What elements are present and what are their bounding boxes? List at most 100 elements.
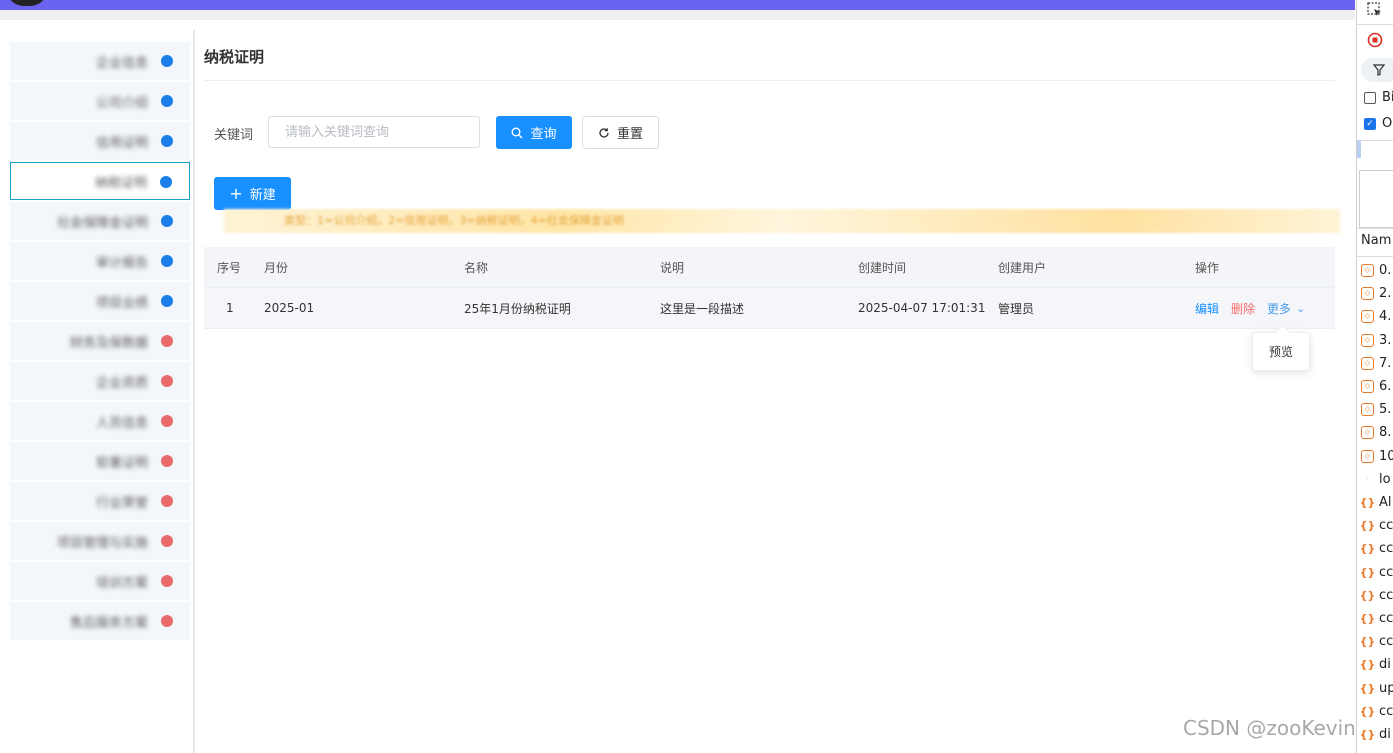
document-file-icon: ◇: [1361, 287, 1374, 301]
sidebar-item-label: 项目业绩: [95, 295, 148, 311]
network-request-row[interactable]: ◇ 4.: [1361, 309, 1391, 324]
document-file-icon: ◇: [1361, 380, 1374, 393]
network-request-row[interactable]: ◇ 8.: [1361, 425, 1391, 440]
network-request-name: di: [1379, 657, 1391, 673]
sidebar-item[interactable]: 项目管理与实施: [10, 522, 190, 560]
status-dot-icon: [161, 455, 173, 467]
network-request-row[interactable]: {} Al: [1359, 495, 1392, 510]
status-dot-icon: [161, 615, 173, 627]
network-request-name: 7.: [1379, 355, 1392, 371]
filter-icon[interactable]: [1361, 58, 1393, 82]
sidebar-item[interactable]: 培训方案: [10, 562, 190, 600]
script-file-icon: {}: [1359, 635, 1376, 649]
title-divider: [204, 80, 1335, 81]
network-request-row[interactable]: ◇ 6.: [1361, 379, 1391, 394]
network-request-row[interactable]: {} cc: [1360, 565, 1393, 580]
inspect-element-icon[interactable]: [1365, 0, 1385, 20]
network-request-name: 0.: [1379, 263, 1392, 278]
network-request-row[interactable]: {} di: [1359, 657, 1391, 673]
delete-link[interactable]: 删除: [1231, 300, 1255, 317]
network-request-row[interactable]: · lo: [1361, 472, 1390, 487]
devtools-separator: [1357, 256, 1393, 257]
network-request-row[interactable]: ◇ 0.: [1361, 263, 1391, 278]
devtools-checkbox-2[interactable]: ✓ O: [1364, 116, 1393, 131]
cell-name: 25年1月份纳税证明: [464, 301, 571, 316]
reset-button[interactable]: 重置: [582, 116, 659, 149]
page-title: 纳税证明: [204, 48, 265, 66]
edit-link[interactable]: 编辑: [1195, 300, 1219, 317]
record-stop-icon[interactable]: [1365, 30, 1385, 50]
network-request-row[interactable]: {}up: [1360, 681, 1393, 696]
network-request-row[interactable]: {} cc: [1359, 587, 1393, 603]
network-request-row[interactable]: {} cc: [1359, 611, 1393, 626]
sidebar-item-label: 项目管理与实施: [56, 535, 148, 551]
network-request-row[interactable]: {} cc: [1359, 541, 1393, 556]
script-file-icon: {}: [1359, 588, 1376, 602]
sidebar-item[interactable]: 公司介绍: [10, 82, 190, 120]
sidebar-item-label: 信用证明: [95, 135, 148, 151]
network-request-name: cc: [1379, 611, 1393, 626]
network-request-row[interactable]: ◇ 5.: [1361, 402, 1391, 417]
checkbox-1-label: Bi: [1382, 90, 1393, 105]
sidebar-item[interactable]: 软著证明: [10, 442, 190, 480]
script-file-icon: {}: [1359, 496, 1376, 509]
sidebar-item-label: 行业荣誉: [95, 495, 148, 511]
sidebar-item[interactable]: 行业荣誉: [10, 482, 190, 520]
script-file-icon: {}: [1359, 658, 1376, 672]
more-link: 更多: [1267, 301, 1292, 316]
network-request-row[interactable]: {} cc: [1360, 518, 1393, 533]
sidebar-item-label: 审计报告: [95, 255, 148, 271]
search-icon: [511, 127, 523, 138]
network-request-row[interactable]: ◇ 3.: [1361, 333, 1391, 348]
header-shadow: [0, 10, 1355, 20]
network-request-row[interactable]: ◇ 7.: [1361, 356, 1391, 371]
sidebar-item[interactable]: 项目业绩: [10, 282, 190, 320]
new-button[interactable]: + 新建: [214, 177, 291, 210]
sidebar-item[interactable]: 财务及保数据: [10, 322, 190, 360]
keyword-input[interactable]: [268, 116, 480, 148]
more-menu-popover: 预览: [1252, 332, 1310, 371]
document-file-icon: ◇: [1361, 449, 1374, 463]
network-request-name: di: [1379, 727, 1391, 742]
script-file-icon: {}: [1359, 542, 1376, 556]
status-dot-icon: [161, 55, 173, 67]
preview-menu-item[interactable]: 预览: [1269, 343, 1293, 360]
col-header-index: 序号: [217, 260, 242, 275]
script-file-icon: {}: [1359, 612, 1376, 625]
more-dropdown[interactable]: 更多 ⌄: [1267, 300, 1305, 317]
sidebar-item[interactable]: 人员信息: [10, 402, 190, 440]
network-request-row[interactable]: {} di: [1359, 727, 1391, 742]
network-request-name: 8.: [1379, 425, 1392, 441]
sidebar-item[interactable]: 售后服务方案: [10, 602, 190, 640]
sidebar-item-label: 售后服务方案: [69, 615, 148, 631]
sidebar-item[interactable]: 纳税证明: [10, 162, 190, 200]
chevron-down-icon: ⌄: [1296, 301, 1306, 315]
status-dot-icon: [161, 335, 173, 347]
overview-timeline: [1359, 170, 1393, 228]
status-dot-icon: [161, 135, 173, 147]
status-dot-icon: [161, 215, 173, 227]
network-request-row[interactable]: {} cc: [1359, 634, 1393, 649]
sidebar-item[interactable]: 社会保障金证明: [10, 202, 190, 240]
network-request-row[interactable]: ◇ 2.: [1361, 286, 1391, 301]
network-request-row[interactable]: ◇ 10: [1361, 449, 1393, 464]
network-request-name: cc: [1379, 587, 1393, 603]
devtools-checkbox-1[interactable]: Bi: [1364, 90, 1393, 105]
name-column-header[interactable]: Nam: [1361, 233, 1393, 248]
sidebar-item[interactable]: 信用证明: [10, 122, 190, 160]
sidebar-item-label: 软著证明: [95, 455, 148, 471]
other-file-icon: ·: [1366, 474, 1369, 483]
query-button[interactable]: 查询: [496, 116, 572, 149]
status-dot-icon: [161, 495, 173, 507]
resize-handle[interactable]: [1357, 140, 1361, 158]
network-request-name: 3.: [1379, 332, 1392, 348]
sidebar-item[interactable]: 审计报告: [10, 242, 190, 280]
network-request-row[interactable]: {} cc: [1360, 704, 1393, 719]
keyword-label: 关键词: [214, 128, 254, 143]
watermark: CSDN @zooKevin: [1183, 716, 1356, 740]
checkbox-checked: ✓: [1364, 117, 1376, 130]
sidebar-item-label: 人员信息: [95, 415, 148, 431]
script-file-icon: {}: [1359, 728, 1376, 741]
sidebar-item[interactable]: 企业资质: [10, 362, 190, 400]
sidebar-item[interactable]: 企业信息: [10, 42, 190, 80]
